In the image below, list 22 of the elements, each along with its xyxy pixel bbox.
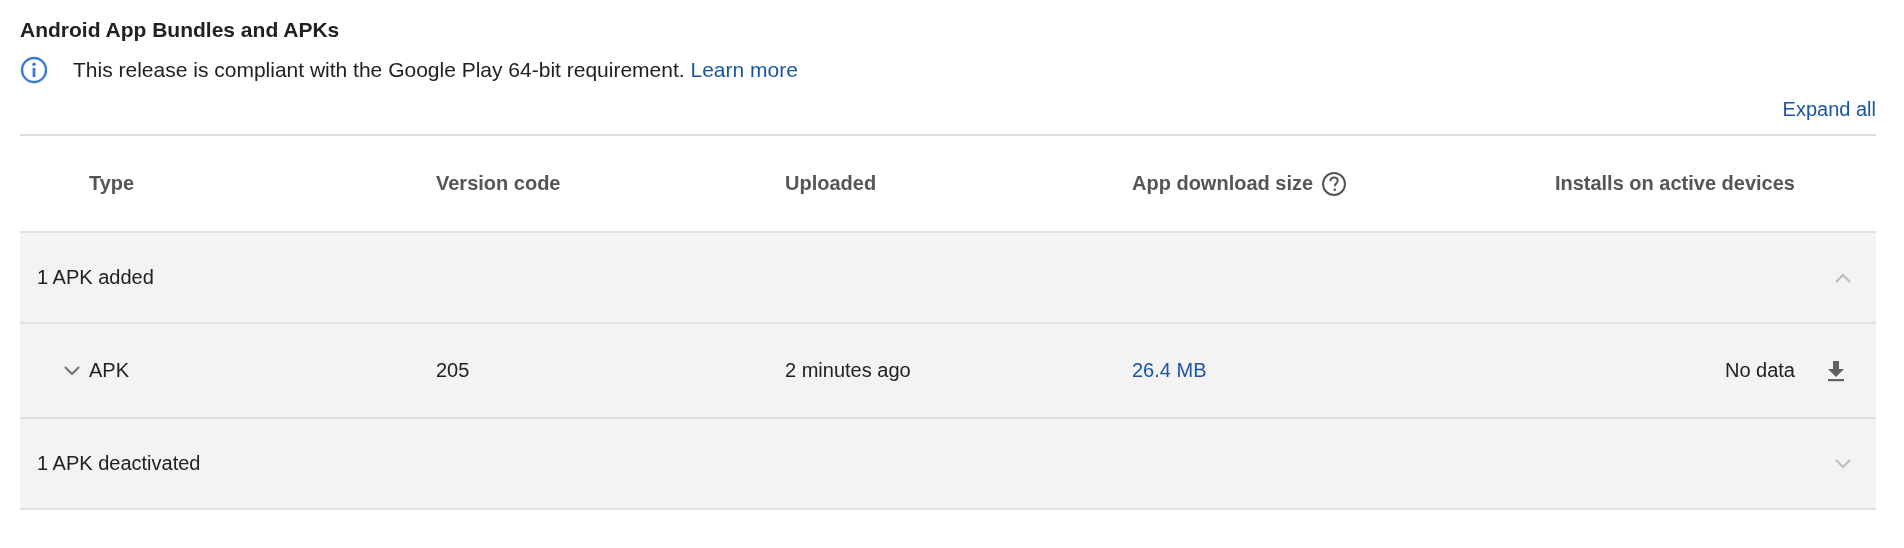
version-code-cell-text: 205: [436, 359, 471, 382]
group-label: 1 APK added: [37, 266, 154, 289]
section-title: Android App Bundles and APKs: [20, 18, 341, 42]
column-header: App download size: [1132, 172, 1314, 195]
installs-cell: No data: [1724, 359, 1795, 382]
download-size-link[interactable]: 26.4 MB: [1132, 359, 1207, 381]
info-icon: [20, 56, 48, 84]
column-header: Uploaded: [785, 172, 877, 195]
group-row[interactable]: 1 APK deactivated: [20, 419, 1876, 510]
type-cell-text: APK: [89, 359, 131, 382]
column-header: Installs on active devices: [1554, 172, 1795, 195]
column-header: Type: [89, 172, 135, 195]
group-label: 1 APK deactivated: [37, 452, 201, 475]
chevron-down-icon[interactable]: [63, 364, 81, 377]
help-icon[interactable]: [1321, 170, 1348, 197]
uploaded-cell-text: 2 minutes ago: [785, 359, 912, 382]
notice-text: This release is compliant with the Google Play 64-bit requirement. Learn more: [73, 58, 798, 82]
column-header: Version code: [436, 172, 561, 195]
learn-more-link[interactable]: Learn more: [690, 58, 798, 81]
download-icon[interactable]: [1825, 359, 1846, 382]
expand-all-link[interactable]: Expand all: [1782, 98, 1876, 121]
group-row[interactable]: 1 APK added: [20, 233, 1876, 324]
